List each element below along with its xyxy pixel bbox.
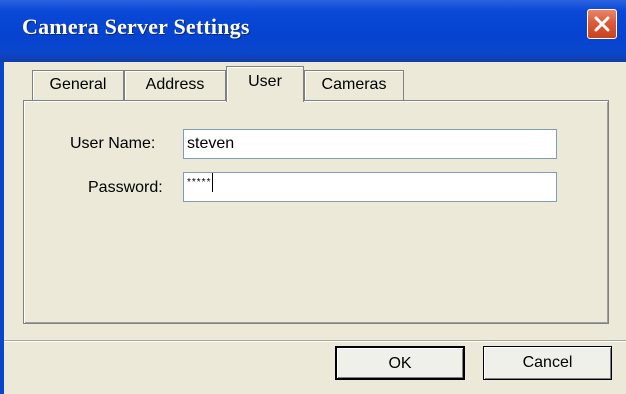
ok-button[interactable]: OK	[335, 346, 465, 380]
tab-user[interactable]: User	[226, 66, 304, 102]
password-label: Password:	[88, 179, 163, 196]
password-field[interactable]: *****	[183, 172, 557, 202]
user-name-value: steven	[187, 135, 235, 152]
cancel-button[interactable]: Cancel	[483, 346, 612, 380]
window-title: Camera Server Settings	[22, 14, 250, 39]
password-value: *****	[187, 177, 212, 189]
text-caret	[212, 173, 214, 192]
tab-panel-user: User Name: steven Password: *****	[23, 100, 609, 324]
window-border	[0, 62, 4, 394]
tab-general[interactable]: General	[32, 70, 124, 100]
title-bar[interactable]: Camera Server Settings	[0, 0, 626, 62]
close-icon	[594, 16, 610, 32]
dialog-window: Camera Server Settings General Address C…	[0, 0, 626, 394]
user-name-field[interactable]: steven	[183, 129, 557, 159]
tab-address[interactable]: Address	[124, 70, 226, 100]
user-name-label: User Name:	[70, 135, 156, 152]
tab-cameras[interactable]: Cameras	[304, 70, 404, 100]
divider-highlight	[4, 341, 626, 342]
close-button[interactable]	[587, 9, 617, 39]
